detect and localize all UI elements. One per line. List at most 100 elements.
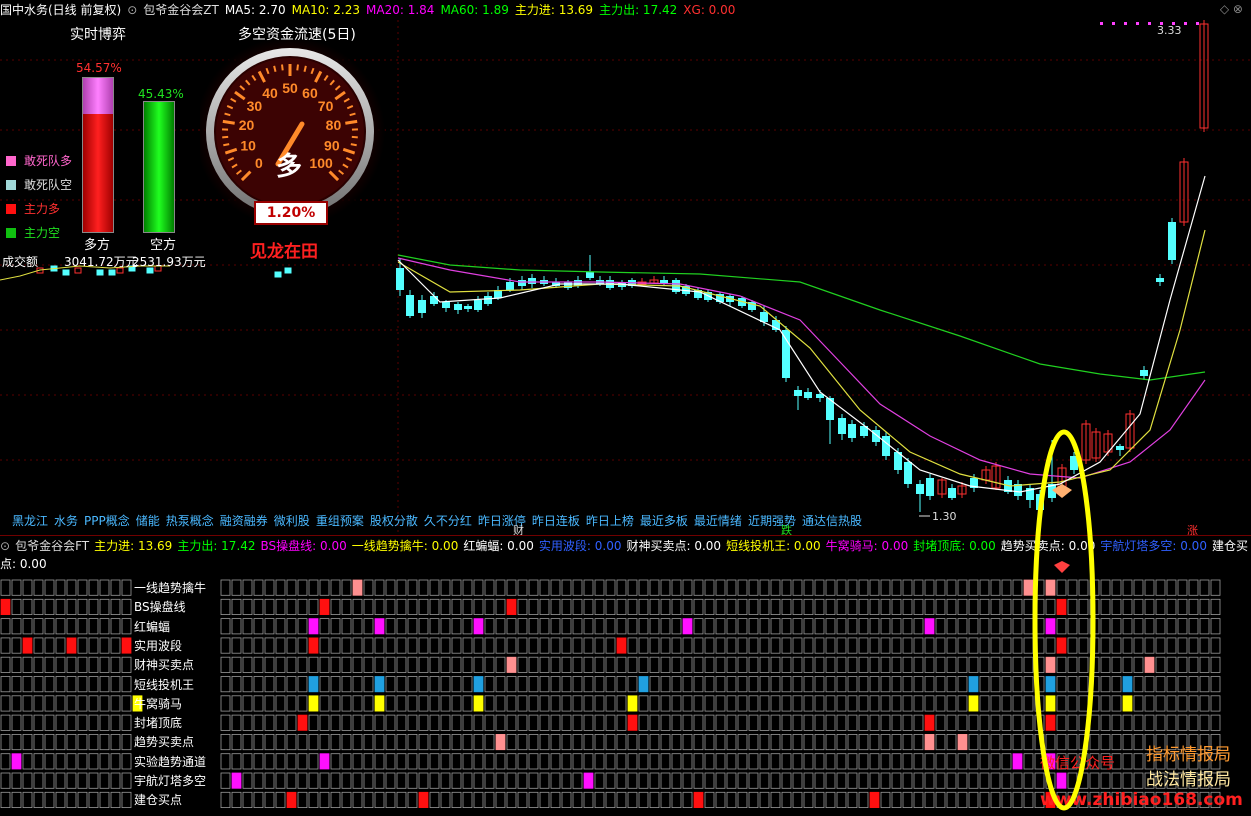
grid-cell [11, 695, 22, 712]
grid-cell [330, 791, 341, 808]
grid-cell [1012, 676, 1023, 693]
grid-cell [297, 637, 308, 654]
grid-cell [110, 676, 121, 693]
stock-title[interactable]: 国中水务(日线 前复权) [0, 3, 121, 17]
grid-cell [616, 676, 627, 693]
concept-tag[interactable]: 久不分红 [424, 514, 472, 528]
grid-cell [572, 579, 583, 596]
grid-cell [704, 734, 715, 751]
grid-cell [924, 618, 935, 635]
grid-cell [1166, 579, 1177, 596]
grid-cell [627, 714, 638, 731]
concept-tag[interactable]: 融资融券 [220, 514, 268, 528]
candle-body [518, 280, 526, 286]
grid-cell [594, 753, 605, 770]
grid-cell [748, 579, 759, 596]
grid-cell [737, 753, 748, 770]
grid-cell [605, 637, 616, 654]
concept-tag[interactable]: 水务 [54, 514, 78, 528]
grid-cell [990, 579, 1001, 596]
bear-bar [143, 101, 175, 233]
grid-cell [594, 695, 605, 712]
grid-cell [440, 656, 451, 673]
grid-cell [627, 656, 638, 673]
grid-cell [671, 656, 682, 673]
grid-cell [429, 714, 440, 731]
grid-cell [396, 579, 407, 596]
grid-cell [979, 714, 990, 731]
grid-cell [825, 753, 836, 770]
grid-cell [605, 734, 616, 751]
grid-cell [451, 676, 462, 693]
grid-cell [418, 676, 429, 693]
grid-cell [693, 753, 704, 770]
grid-cell [407, 791, 418, 808]
concept-tag[interactable]: 通达信热股 [802, 514, 862, 528]
grid-cell [528, 637, 539, 654]
concept-tag[interactable]: PPP概念 [84, 514, 130, 528]
grid-cell [649, 676, 660, 693]
grid-cell [506, 714, 517, 731]
indicator-name[interactable]: 包爷金谷会ZT [143, 3, 219, 17]
grid-cell [990, 791, 1001, 808]
top-field-4: 主力进: 13.69 [514, 3, 594, 17]
grid-cell [440, 753, 451, 770]
grid-cell [1144, 598, 1155, 615]
concept-tag[interactable]: 昨日连板 [532, 514, 580, 528]
collapse-icon[interactable]: ⊙ [127, 3, 137, 17]
grid-cell [957, 753, 968, 770]
grid-cell [957, 676, 968, 693]
grid-cell [407, 734, 418, 751]
grid-cell [1144, 676, 1155, 693]
grid-cell [924, 791, 935, 808]
grid-cell [968, 734, 979, 751]
grid-cell [0, 695, 11, 712]
concept-tag[interactable]: 储能 [136, 514, 160, 528]
gauge-tick-label: 40 [262, 85, 278, 101]
grid-cell [968, 695, 979, 712]
grid-cell [22, 772, 33, 789]
grid-cell [506, 579, 517, 596]
grid-cell [77, 637, 88, 654]
grid-cell [385, 579, 396, 596]
grid-cell [341, 579, 352, 596]
concept-tag[interactable]: 热泵概念 [166, 514, 214, 528]
collapse-icon-2[interactable]: ⊙ [0, 539, 10, 553]
grid-cell [1122, 598, 1133, 615]
grid-cell [990, 695, 1001, 712]
concept-tag[interactable]: 最近多板 [640, 514, 688, 528]
signal-dot [1112, 22, 1115, 25]
grid-cell [253, 772, 264, 789]
grid-cell [275, 579, 286, 596]
grid-cell [55, 791, 66, 808]
concept-tag[interactable]: 重组预案 [316, 514, 364, 528]
grid-cell [913, 714, 924, 731]
grid-cell [484, 791, 495, 808]
grid-cell [649, 791, 660, 808]
grid-cell [286, 637, 297, 654]
grid-cell [231, 695, 242, 712]
grid-cell [99, 579, 110, 596]
indicator-name-2[interactable]: 包爷金谷会FT [15, 539, 89, 553]
window-controls-icon[interactable]: ◇ ⊗ [1220, 2, 1243, 16]
grid-cell [11, 791, 22, 808]
grid-cell [979, 618, 990, 635]
grid-cell [462, 656, 473, 673]
grid-cell [539, 772, 550, 789]
concept-tag[interactable]: 最近情绪 [694, 514, 742, 528]
concept-tag[interactable]: 股权分散 [370, 514, 418, 528]
concept-tag[interactable]: 黑龙江 [12, 514, 48, 528]
grid-cell [275, 791, 286, 808]
grid-cell [1122, 676, 1133, 693]
grid-cell [275, 618, 286, 635]
grid-cell [363, 579, 374, 596]
grid-cell [1177, 676, 1188, 693]
grid-cell [770, 676, 781, 693]
grid-cell [880, 656, 891, 673]
grid-cell [682, 598, 693, 615]
grid-cell [847, 791, 858, 808]
grid-cell [0, 753, 11, 770]
grid-cell [363, 598, 374, 615]
concept-tag[interactable]: 昨日上榜 [586, 514, 634, 528]
concept-tag[interactable]: 微利股 [274, 514, 310, 528]
